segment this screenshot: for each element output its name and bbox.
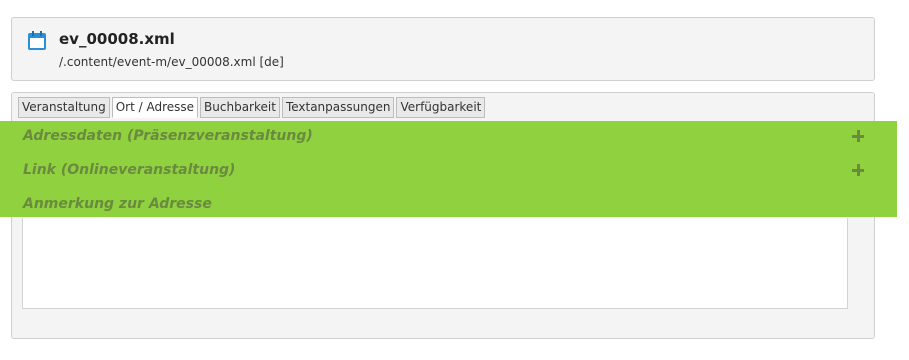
tab-verfuegbarkeit[interactable]: Verfügbarkeit	[396, 97, 486, 118]
section-adressdaten[interactable]: Adressdaten (Präsenzveranstaltung)	[23, 128, 313, 144]
resource-path: /.content/event-m/ev_00008.xml [de]	[59, 55, 284, 69]
tab-bar: Veranstaltung Ort / Adresse Buchbarkeit …	[18, 97, 486, 118]
calendar-icon	[27, 31, 47, 51]
plus-icon[interactable]	[852, 164, 864, 176]
resource-header: ev_00008.xml /.content/event-m/ev_00008.…	[11, 17, 875, 81]
tab-veranstaltung[interactable]: Veranstaltung	[18, 97, 110, 118]
tab-textanpassungen[interactable]: Textanpassungen	[281, 97, 395, 118]
note-textarea[interactable]	[22, 218, 848, 309]
tab-buchbarkeit[interactable]: Buchbarkeit	[200, 97, 280, 118]
page: ev_00008.xml /.content/event-m/ev_00008.…	[0, 0, 909, 360]
tab-ort-adresse[interactable]: Ort / Adresse	[111, 97, 199, 118]
section-anmerkung-label: Anmerkung zur Adresse	[23, 196, 212, 212]
plus-icon[interactable]	[852, 130, 864, 142]
resource-title: ev_00008.xml	[59, 30, 175, 48]
section-link[interactable]: Link (Onlineveranstaltung)	[23, 162, 235, 178]
